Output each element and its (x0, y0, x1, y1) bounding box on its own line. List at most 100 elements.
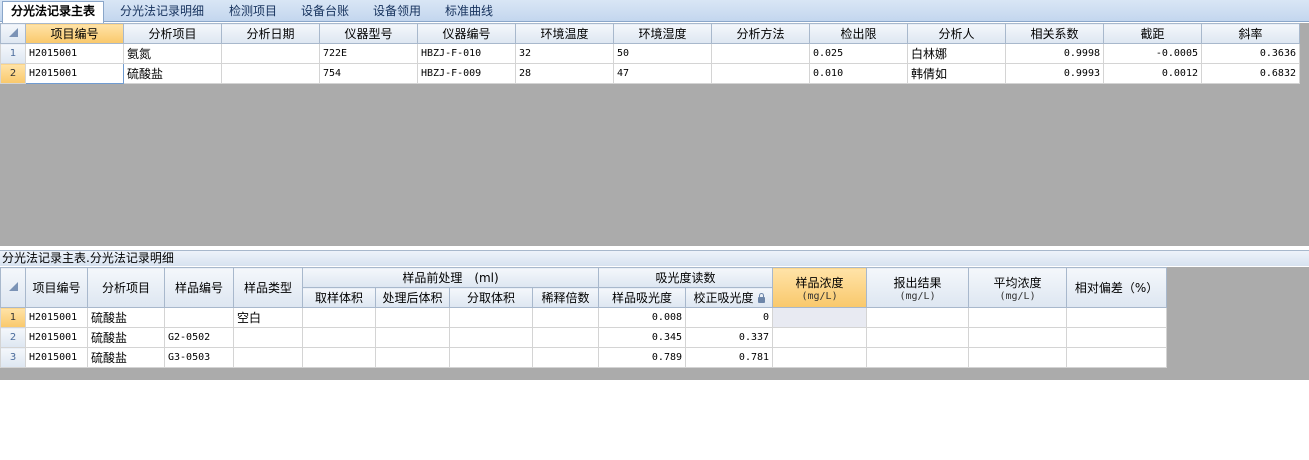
tab-equipment-checkout[interactable]: 设备领用 (365, 2, 429, 22)
table-row[interactable]: 2 H2015001 硫酸盐 G2-0502 0.345 0.337 (0, 327, 1168, 348)
col-header-project-no[interactable]: 项目编号 (25, 267, 88, 308)
cell-sample-no[interactable] (164, 307, 234, 328)
cell-intercept[interactable]: 0.0012 (1103, 63, 1202, 84)
col-header-detection-limit[interactable]: 检出限 (809, 23, 908, 44)
cell-project-no[interactable]: H2015001 (25, 307, 88, 328)
cell-slope[interactable]: 0.6832 (1201, 63, 1300, 84)
col-header-relative-deviation[interactable]: 相对偏差（%） (1066, 267, 1168, 308)
cell-sample-type[interactable]: 空白 (233, 307, 303, 328)
cell-sample-volume[interactable] (302, 307, 376, 328)
cell-env-humidity[interactable]: 47 (613, 63, 712, 84)
table-row[interactable]: 1 H2015001 氨氮 722E HBZJ-F-010 32 50 0.02… (0, 43, 1300, 64)
cell-sample-no[interactable]: G3-0503 (164, 347, 234, 368)
col-header-processed-volume[interactable]: 处理后体积 (375, 287, 450, 308)
col-header-slope[interactable]: 斜率 (1201, 23, 1300, 44)
cell-correlation[interactable]: 0.9998 (1005, 43, 1104, 64)
cell-dilution-factor[interactable] (531, 307, 600, 328)
cell-analysis-item[interactable]: 硫酸盐 (123, 63, 222, 84)
cell-env-temperature[interactable]: 28 (515, 63, 614, 84)
col-header-project-no[interactable]: 项目编号 (25, 23, 124, 44)
cell-relative-deviation[interactable] (1066, 327, 1168, 348)
cell-analysis-date[interactable] (221, 63, 320, 84)
cell-slope[interactable]: 0.3636 (1201, 43, 1300, 64)
cell-aliquot-volume[interactable] (449, 307, 533, 328)
cell-analysis-date[interactable] (221, 43, 320, 64)
col-header-dilution-factor[interactable]: 稀释倍数 (531, 287, 600, 308)
cell-sample-absorbance[interactable]: 0.008 (598, 307, 687, 328)
col-header-analyst[interactable]: 分析人 (907, 23, 1006, 44)
cell-analysis-method[interactable] (711, 43, 810, 64)
col-header-instrument-model[interactable]: 仪器型号 (319, 23, 418, 44)
cell-instrument-model[interactable]: 754 (319, 63, 418, 84)
cell-project-no[interactable]: H2015001 (25, 43, 124, 64)
cell-sample-concentration[interactable] (772, 347, 868, 368)
cell-intercept[interactable]: -0.0005 (1103, 43, 1202, 64)
row-number[interactable]: 2 (0, 327, 26, 348)
cell-dilution-factor[interactable] (531, 347, 600, 368)
col-header-sample-no[interactable]: 样品编号 (164, 267, 234, 308)
row-number[interactable]: 1 (0, 43, 26, 64)
cell-sample-concentration[interactable] (772, 327, 868, 348)
cell-project-no[interactable]: H2015001 (25, 327, 88, 348)
cell-sample-volume[interactable] (302, 327, 376, 348)
cell-average-concentration[interactable] (968, 327, 1068, 348)
cell-analysis-item[interactable]: 硫酸盐 (87, 307, 165, 328)
col-header-aliquot-volume[interactable]: 分取体积 (449, 287, 533, 308)
cell-analysis-item[interactable]: 硫酸盐 (87, 327, 165, 348)
cell-reported-result[interactable] (866, 307, 970, 328)
col-header-analysis-item[interactable]: 分析项目 (123, 23, 222, 44)
cell-corrected-absorbance[interactable]: 0.781 (685, 347, 774, 368)
col-header-env-humidity[interactable]: 环境湿度 (613, 23, 712, 44)
cell-analysis-item[interactable]: 硫酸盐 (87, 347, 165, 368)
cell-analysis-item[interactable]: 氨氮 (123, 43, 222, 64)
cell-sample-absorbance[interactable]: 0.789 (598, 347, 687, 368)
cell-analyst[interactable]: 白林娜 (907, 43, 1006, 64)
cell-relative-deviation[interactable] (1066, 347, 1168, 368)
tab-test-items[interactable]: 检测项目 (221, 2, 285, 22)
col-header-sample-type[interactable]: 样品类型 (233, 267, 303, 308)
select-all-corner[interactable] (0, 267, 26, 308)
col-header-analysis-item[interactable]: 分析项目 (87, 267, 165, 308)
tab-record-detail[interactable]: 分光法记录明细 (112, 2, 212, 22)
cell-correlation[interactable]: 0.9993 (1005, 63, 1104, 84)
cell-project-no[interactable]: H2015001 (25, 63, 124, 84)
cell-average-concentration[interactable] (968, 307, 1068, 328)
col-header-analysis-date[interactable]: 分析日期 (221, 23, 320, 44)
cell-corrected-absorbance[interactable]: 0.337 (685, 327, 774, 348)
cell-analysis-method[interactable] (711, 63, 810, 84)
col-header-intercept[interactable]: 截距 (1103, 23, 1202, 44)
tab-master-record[interactable]: 分光法记录主表 (2, 1, 105, 23)
row-number[interactable]: 3 (0, 347, 26, 368)
cell-project-no[interactable]: H2015001 (25, 347, 88, 368)
col-header-average-concentration[interactable]: 平均浓度 (mg/L) (968, 267, 1068, 308)
table-row[interactable]: 1 H2015001 硫酸盐 空白 0.008 0 (0, 307, 1168, 328)
cell-instrument-no[interactable]: HBZJ-F-009 (417, 63, 516, 84)
tab-equipment-ledger[interactable]: 设备台账 (293, 2, 357, 22)
row-number[interactable]: 2 (0, 63, 26, 84)
cell-detection-limit[interactable]: 0.025 (809, 43, 908, 64)
cell-corrected-absorbance[interactable]: 0 (685, 307, 774, 328)
cell-average-concentration[interactable] (968, 347, 1068, 368)
cell-processed-volume[interactable] (375, 347, 450, 368)
cell-reported-result[interactable] (866, 327, 970, 348)
col-header-sample-concentration[interactable]: 样品浓度 (mg/L) (772, 267, 868, 308)
cell-instrument-no[interactable]: HBZJ-F-010 (417, 43, 516, 64)
cell-instrument-model[interactable]: 722E (319, 43, 418, 64)
table-row[interactable]: 2 H2015001 硫酸盐 754 HBZJ-F-009 28 47 0.01… (0, 63, 1300, 84)
cell-aliquot-volume[interactable] (449, 347, 533, 368)
cell-relative-deviation[interactable] (1066, 307, 1168, 328)
cell-dilution-factor[interactable] (531, 327, 600, 348)
col-header-analysis-method[interactable]: 分析方法 (711, 23, 810, 44)
cell-sample-volume[interactable] (302, 347, 376, 368)
tab-standard-curve[interactable]: 标准曲线 (437, 2, 501, 22)
cell-sample-concentration[interactable] (772, 307, 868, 328)
cell-env-humidity[interactable]: 50 (613, 43, 712, 64)
select-all-corner[interactable] (0, 23, 26, 44)
col-header-sample-volume[interactable]: 取样体积 (302, 287, 376, 308)
cell-sample-type[interactable] (233, 327, 303, 348)
table-row[interactable]: 3 H2015001 硫酸盐 G3-0503 0.789 0.781 (0, 347, 1168, 368)
cell-detection-limit[interactable]: 0.010 (809, 63, 908, 84)
cell-processed-volume[interactable] (375, 307, 450, 328)
cell-env-temperature[interactable]: 32 (515, 43, 614, 64)
cell-sample-no[interactable]: G2-0502 (164, 327, 234, 348)
